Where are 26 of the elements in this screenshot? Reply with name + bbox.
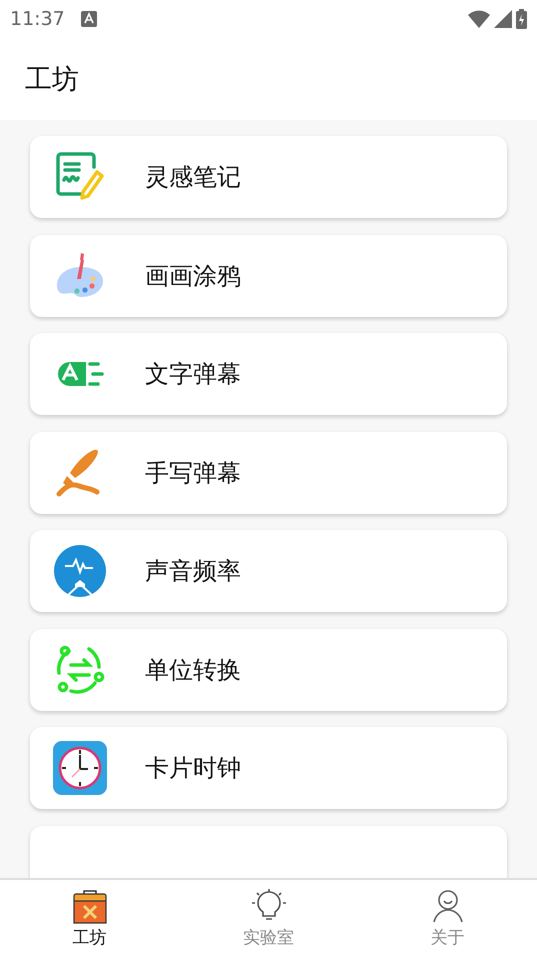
screen-title: 工坊: [25, 63, 79, 97]
toolbox-icon: [72, 888, 108, 924]
tool-label: 声音频率: [145, 556, 241, 587]
nav-tab[interactable]: 关于: [358, 880, 537, 956]
tool-card[interactable]: 灵感笔记: [30, 136, 507, 218]
nav-tab[interactable]: 工坊: [0, 880, 179, 956]
battery-charging-icon: [516, 9, 527, 29]
tool-label: 单位转换: [145, 654, 241, 686]
nav-tab[interactable]: 实验室: [179, 880, 358, 956]
signal-icon: [494, 10, 512, 28]
tool-card[interactable]: 手写弹幕: [30, 432, 507, 514]
tool-card[interactable]: 卡片时钟: [30, 727, 507, 809]
tool-label: 文字弹幕: [145, 359, 241, 390]
status-time: 11:37: [10, 8, 65, 30]
tool-label: 手写弹幕: [145, 458, 241, 488]
tool-label: 画画涂鸦: [145, 260, 241, 292]
tool-card[interactable]: 声音频率: [30, 530, 507, 612]
tool-label: 灵感笔记: [145, 162, 241, 193]
wifi-icon: [468, 10, 490, 28]
tool-card[interactable]: 画画涂鸦: [30, 234, 507, 316]
sound-wave-icon: [53, 544, 107, 598]
keyboard-icon: [80, 11, 97, 27]
tool-card[interactable]: 文字弹幕: [30, 333, 507, 415]
tool-label: 卡片时钟: [145, 753, 241, 784]
tool-card[interactable]: 单位转换: [30, 628, 507, 710]
clock-icon: [53, 741, 107, 795]
